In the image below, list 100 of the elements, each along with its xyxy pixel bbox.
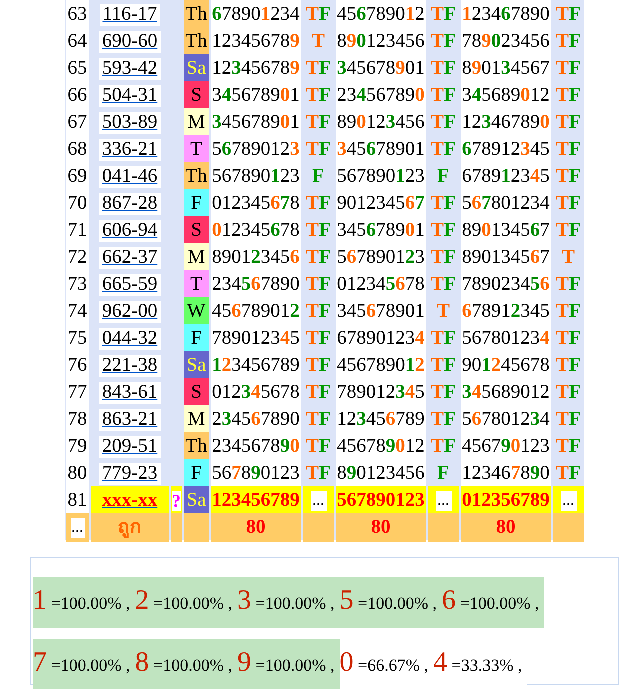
result-mark: TF (555, 273, 582, 297)
code-link[interactable]: 662-37 (99, 246, 161, 269)
code-link[interactable]: 221-38 (99, 354, 161, 377)
number-cell: 890134567 (461, 216, 551, 246)
number-cell: 345678901 (336, 135, 426, 164)
number-cell: 789012345 (211, 324, 301, 354)
footer-cell (303, 513, 334, 542)
number-cell: 012345678 (211, 216, 301, 246)
number-cell: 890123456 (336, 108, 426, 138)
number-cell: 890134567 (461, 243, 551, 272)
number-cell: 678912345 (461, 162, 551, 192)
result-mark: TF (430, 354, 457, 378)
result-mark: TF (430, 435, 457, 459)
number-cell: 456789012 (336, 0, 426, 30)
code-link[interactable]: 593-42 (99, 58, 161, 80)
row-number: 67 (66, 108, 89, 138)
result-mark: TF (305, 273, 332, 297)
result-mark: TF (305, 327, 332, 351)
result-mark: TF (305, 219, 332, 243)
number-cell: 345689012 (461, 378, 551, 408)
number-cell: 234567890 (211, 270, 301, 300)
result-mark: TF (555, 57, 582, 81)
digit-stat: 6=100.00% , (442, 576, 544, 628)
result-mark: TF (555, 354, 582, 378)
day-badge: F (184, 459, 209, 488)
result-mark: TF (555, 165, 582, 189)
code-link[interactable]: 867-28 (99, 192, 161, 215)
result-mark: TF (430, 138, 457, 162)
day-badge: S (184, 216, 209, 246)
row-number: 79 (66, 432, 89, 462)
code-link[interactable]: 209-51 (99, 436, 161, 458)
code-link[interactable]: xxx-xx (102, 486, 158, 516)
pending-mark: ... (560, 490, 576, 511)
result-mark: TF (430, 408, 457, 432)
code-link[interactable]: 606-94 (99, 220, 161, 242)
number-cell: 234567890 (211, 405, 301, 434)
number-cell: 234567890 (211, 432, 301, 462)
day-badge: M (184, 405, 209, 434)
result-mark: TF (555, 408, 582, 432)
day-badge: Th (184, 27, 209, 56)
number-cell: 345678901 (211, 81, 301, 110)
result-mark: TF (305, 138, 332, 162)
footer-cell (428, 513, 459, 542)
code-link[interactable]: 843-61 (99, 382, 161, 404)
result-mark: TF (430, 246, 457, 270)
code-link[interactable]: 690-60 (99, 30, 161, 53)
number-cell: 567801234 (461, 189, 551, 218)
result-mark: TF (430, 192, 457, 216)
result-mark: TF (305, 3, 332, 27)
number-cell: 678912345 (461, 135, 551, 164)
row-number: 68 (66, 135, 89, 164)
row-number: 74 (66, 297, 89, 326)
code-link[interactable]: 116-17 (100, 4, 160, 26)
number-cell: 890123456 (336, 27, 426, 56)
code-link[interactable]: 336-21 (99, 138, 161, 161)
row-number: 80 (66, 459, 89, 488)
code-link[interactable]: 503-89 (99, 112, 161, 134)
result-mark: TF (555, 300, 582, 324)
code-link[interactable]: 962-00 (99, 300, 161, 323)
total-count: 80 (211, 513, 301, 542)
code-link[interactable]: 665-59 (99, 274, 161, 296)
row-number: 66 (66, 81, 89, 110)
number-cell: 789023456 (461, 27, 551, 56)
code-link[interactable]: 041-46 (99, 166, 161, 188)
number-cell: 901234567 (336, 189, 426, 218)
number-cell: 567890123 (336, 243, 426, 272)
code-link[interactable]: 863-21 (99, 408, 161, 431)
pending-mark: ... (436, 490, 452, 511)
number-cell: 123456789 (211, 351, 301, 380)
number-cell: 890134567 (461, 54, 551, 84)
number-cell: 567890123 (211, 459, 301, 488)
code-link[interactable]: 779-23 (99, 462, 161, 485)
code-link[interactable]: 504-31 (99, 84, 161, 107)
result-mark: TF (555, 3, 582, 27)
result-mark: T (436, 300, 451, 324)
row-number: 63 (66, 0, 89, 30)
number-cell: 890123456 (336, 459, 426, 488)
row-number: 76 (66, 351, 89, 380)
result-mark: TF (555, 111, 582, 135)
result-mark: TF (305, 435, 332, 459)
number-cell: 123467890 (461, 459, 551, 488)
result-mark: T (310, 30, 326, 54)
result-mark: TF (305, 381, 332, 405)
digit-stat: 2=100.00% , (135, 576, 238, 628)
code-link[interactable]: 044-32 (99, 328, 161, 350)
number-cell: 012345678 (336, 270, 426, 300)
row-number: 72 (66, 243, 89, 272)
digit-stat: 8=100.00% , (135, 638, 238, 689)
day-badge: Th (184, 432, 209, 462)
number-cell: 567801234 (461, 405, 551, 434)
result-mark: F (436, 462, 450, 486)
day-badge: F (184, 189, 209, 218)
number-cell: 345678901 (336, 216, 426, 246)
digit-stat: 3=100.00% , (238, 576, 340, 628)
number-cell: 123456789 (211, 27, 301, 56)
result-mark: TF (305, 462, 332, 486)
number-cell: 456789012 (336, 351, 426, 380)
pending-number: 567890123 (336, 486, 426, 516)
result-mark: F (312, 165, 326, 189)
number-cell: 567890123 (336, 162, 426, 192)
